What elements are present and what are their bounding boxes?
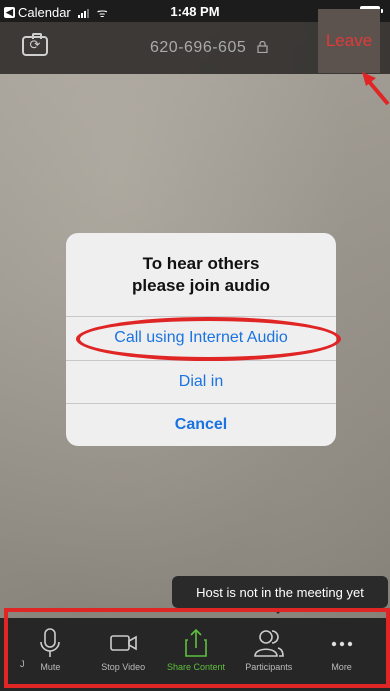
participants-icon: [253, 630, 284, 657]
share-content-button[interactable]: Share Content: [160, 622, 232, 682]
share-content-label: Share Content: [166, 662, 225, 672]
stop-video-button[interactable]: Stop Video: [87, 622, 159, 682]
lock-icon: [257, 41, 268, 53]
annotation-arrow-icon: [362, 72, 390, 106]
share-upload-icon: [185, 628, 207, 657]
dialog-title: To hear others please join audio: [66, 253, 336, 297]
join-audio-dialog: To hear others please join audio Call us…: [66, 233, 341, 447]
more-label: More: [331, 662, 352, 672]
dialog-title-line-2: please join audio: [132, 276, 270, 295]
more-button[interactable]: More: [306, 622, 378, 682]
dialog-title-line-1: To hear others: [142, 254, 260, 273]
participants-label: Participants: [245, 662, 293, 672]
dial-in-button[interactable]: Dial in: [66, 360, 336, 404]
stop-video-label: Stop Video: [101, 662, 146, 672]
host-status-toast: Host is not in the meeting yet: [172, 576, 388, 614]
meeting-toolbar: Mute Stop Video Share Content Participan…: [0, 618, 390, 691]
mute-button[interactable]: Mute: [14, 622, 86, 682]
participants-button[interactable]: Participants: [233, 622, 305, 682]
cancel-button[interactable]: Cancel: [66, 403, 336, 447]
mute-label: Mute: [40, 662, 61, 672]
leave-button[interactable]: Leave: [318, 9, 380, 73]
meeting-id: 620-696-605: [150, 39, 247, 56]
toolbar-edge-letter: J: [20, 659, 25, 669]
microphone-icon: [40, 628, 61, 657]
more-dots-icon: [331, 641, 352, 647]
video-camera-icon: [110, 635, 137, 651]
switch-camera-icon[interactable]: [22, 33, 48, 56]
call-internet-audio-button[interactable]: Call using Internet Audio: [66, 316, 336, 360]
